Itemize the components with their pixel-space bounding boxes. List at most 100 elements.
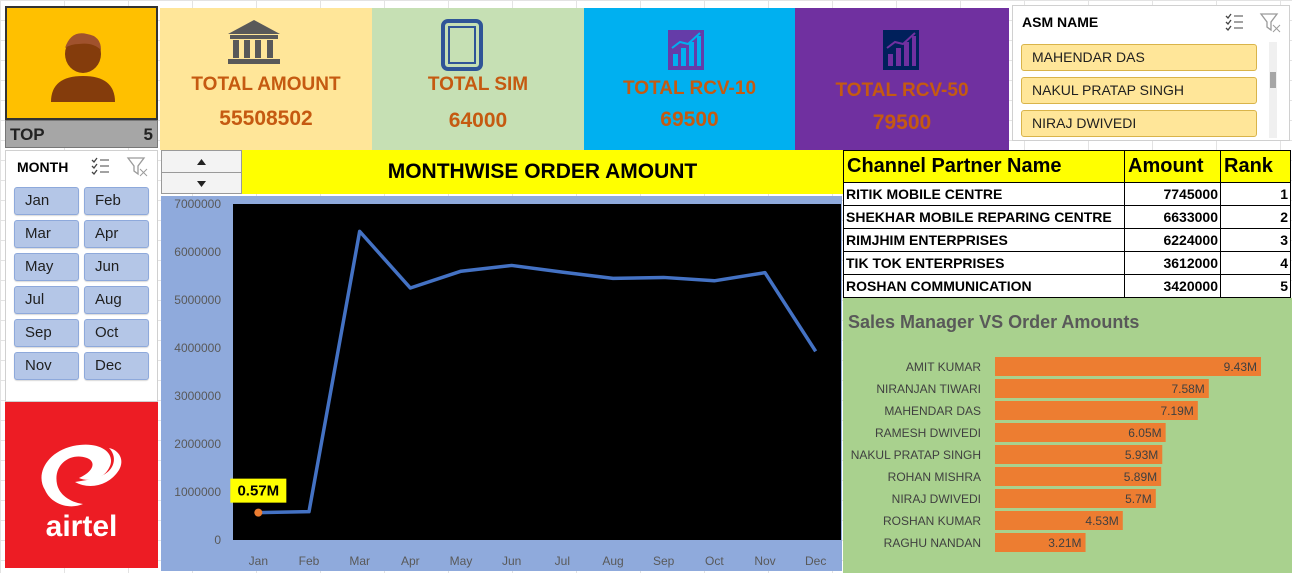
bar-value-label: 3.21M [1048,536,1081,550]
avatar-card [5,6,158,120]
airtel-swirl-icon [41,444,122,507]
y-tick-label: 6000000 [174,245,221,259]
top-label: TOP [10,125,45,144]
bar-category-label: MAHENDAR DAS [884,404,981,418]
x-tick-label: Aug [602,554,623,568]
kpi-total-rcv-50: TOTAL RCV-50 79500 [795,8,1009,150]
x-tick-label: Dec [805,554,826,568]
asm-slicer-title: ASM NAME [1022,14,1099,30]
table-row: SHEKHAR MOBILE REPARING CENTRE 6633000 2 [843,205,1291,229]
column-header: Amount [1124,150,1221,183]
x-tick-label: Feb [299,554,320,568]
x-tick-label: Mar [349,554,370,568]
asm-item[interactable]: NIRAJ DWIVEDI [1021,110,1257,137]
scrollbar-thumb[interactable] [1270,72,1276,88]
month-button-jun[interactable]: Jun [84,253,149,281]
kpi-total-rcv-10: TOTAL RCV-10 69500 [584,8,795,150]
table-row: ROSHAN COMMUNICATION 3420000 5 [843,274,1291,298]
month-button-dec[interactable]: Dec [84,352,149,380]
plot-area [233,204,841,540]
slicer-scrollbar[interactable] [1269,42,1277,138]
kpi-title: TOTAL AMOUNT [191,74,341,95]
partner-name-cell: ROSHAN COMMUNICATION [843,274,1125,298]
month-button-feb[interactable]: Feb [84,187,149,215]
line-chart-title: MONTHWISE ORDER AMOUNT [387,160,698,183]
x-tick-label: Nov [754,554,775,568]
bar-value-label: 6.05M [1128,426,1161,440]
sales-manager-bar-chart: AMIT KUMAR 9.43M NIRANJAN TIWARI 7.58M MAHEN… [851,357,1261,552]
asm-item[interactable]: NAKUL PRATAP SINGH [1021,77,1257,104]
month-slicer-title: MONTH [17,159,69,175]
month-button-aug[interactable]: Aug [84,286,149,314]
bar-category-label: NIRANJAN TIWARI [876,382,981,396]
y-tick-label: 1000000 [174,485,221,499]
table-row: RIMJHIM ENTERPRISES 6224000 3 [843,228,1291,252]
spin-control [161,150,242,194]
bar-chart-title: Sales Manager VS Order Amounts [848,312,1140,332]
bar-value-label: 5.7M [1125,492,1152,506]
x-tick-label: Oct [705,554,724,568]
bar-value-label: 4.53M [1085,514,1118,528]
amount-cell: 6224000 [1124,228,1221,252]
bar-value-label: 9.43M [1224,360,1257,374]
x-tick-label: Jul [555,554,570,568]
rank-cell: 5 [1220,274,1291,298]
spin-up-button[interactable] [162,151,241,173]
kpi-value: 79500 [872,111,932,134]
month-button-apr[interactable]: Apr [84,220,149,248]
data-point-marker [254,508,263,517]
kpi-value: 55508502 [219,107,313,130]
y-tick-label: 5000000 [174,293,221,307]
clear-filter-icon[interactable] [1259,11,1281,33]
monthwise-order-line-chart: 0 1000000 2000000 3000000 4000000 5000000 6000… [161,196,842,571]
multi-select-icon[interactable] [1223,11,1245,33]
kpi-value: 64000 [448,109,508,132]
x-tick-label: May [450,554,473,568]
line-chart-title-bar: MONTHWISE ORDER AMOUNT [242,150,843,194]
bar-value-label: 7.58M [1171,382,1204,396]
month-button-may[interactable]: May [14,253,79,281]
month-button-jan[interactable]: Jan [14,187,79,215]
top-count-row: TOP 5 [5,120,158,148]
bar-chart-icon [883,30,919,70]
amount-cell: 3612000 [1124,251,1221,275]
table-header-row: Channel Partner Name Amount Rank [843,150,1291,183]
kpi-title: TOTAL RCV-50 [835,80,969,101]
kpi-title: TOTAL RCV-10 [622,78,757,99]
asm-item[interactable]: MAHENDAR DAS [1021,44,1257,71]
y-tick-label: 7000000 [174,197,221,211]
month-button-jul[interactable]: Jul [14,286,79,314]
spin-down-button[interactable] [162,173,241,194]
partner-name-cell: SHEKHAR MOBILE REPARING CENTRE [843,205,1125,229]
y-tick-label: 3000000 [174,389,221,403]
month-button-sep[interactable]: Sep [14,319,79,347]
multi-select-icon[interactable] [89,155,111,177]
channel-partner-table: Channel Partner Name Amount Rank RITIK M… [843,150,1291,298]
airtel-logo: airtel [5,402,158,568]
bar-category-label: RAGHU NANDAN [884,536,981,550]
data-label: 0.57M [237,483,279,500]
month-button-mar[interactable]: Mar [14,220,79,248]
partner-name-cell: RITIK MOBILE CENTRE [843,182,1125,206]
month-button-nov[interactable]: Nov [14,352,79,380]
top-value: 5 [143,125,153,144]
table-row: RITIK MOBILE CENTRE 7745000 1 [843,182,1291,206]
airtel-wordmark: airtel [45,510,118,543]
tablet-icon [441,19,483,71]
bank-icon [228,20,280,64]
x-tick-label: Jun [502,554,521,568]
bar-value-label: 5.93M [1125,448,1158,462]
x-tick-label: Apr [401,554,420,568]
user-icon [51,33,115,102]
bar-category-label: RAMESH DWIVEDI [875,426,981,440]
bar-chart-icon [668,30,704,70]
bar-category-label: AMIT KUMAR [906,360,981,374]
x-tick-label: Sep [653,554,675,568]
partner-name-cell: TIK TOK ENTERPRISES [843,251,1125,275]
column-header: Channel Partner Name [843,150,1125,183]
bar-category-label: ROHAN MISHRA [888,470,981,484]
y-tick-label: 0 [214,533,221,547]
month-button-oct[interactable]: Oct [84,319,149,347]
clear-filter-icon[interactable] [126,155,148,177]
kpi-title: TOTAL SIM [427,74,529,95]
